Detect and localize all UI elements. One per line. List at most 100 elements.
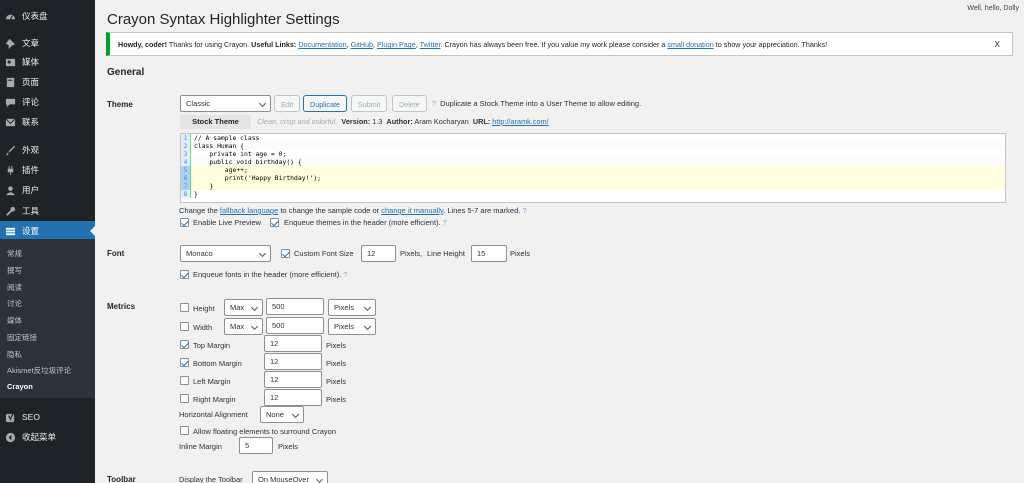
display-toolbar-select[interactable]: On MouseOver <box>252 471 328 483</box>
submenu-general[interactable]: 常规 <box>7 248 22 259</box>
fallback-language-link[interactable]: fallback language <box>220 206 278 215</box>
width-input[interactable]: 500 <box>266 317 324 334</box>
theme-url-link[interactable]: http://aramk.com/ <box>492 117 548 126</box>
code-line-marked: 7 } <box>181 182 1005 190</box>
help-icon[interactable]: ? <box>432 101 436 108</box>
collapse-icon <box>5 432 16 443</box>
comment-icon <box>5 97 16 108</box>
menu-label: 工具 <box>22 206 40 216</box>
height-mode-select[interactable]: Max <box>224 299 263 316</box>
theme-label: Theme <box>107 100 133 109</box>
settings-icon <box>5 226 16 237</box>
menu-media[interactable]: 媒体 <box>0 52 95 72</box>
width-mode-select[interactable]: Max <box>224 318 263 335</box>
bottom-margin-checkbox[interactable] <box>180 358 189 367</box>
height-unit-select[interactable]: Pixels <box>328 299 376 316</box>
change-manually-link[interactable]: change it manually <box>381 206 443 215</box>
enqueue-fonts-checkbox[interactable] <box>180 270 189 279</box>
menu-dashboard[interactable]: 仪表盘 <box>0 6 95 26</box>
custom-font-size-label: Custom Font Size <box>294 249 354 258</box>
menu-collapse[interactable]: 收起菜单 <box>0 427 95 447</box>
delete-theme-button[interactable]: Delete <box>392 95 427 112</box>
github-link[interactable]: GitHub <box>351 40 373 49</box>
width-unit-select[interactable]: Pixels <box>328 318 376 335</box>
settings-submenu: 常规 撰写 阅读 讨论 媒体 固定链接 隐私 Akismet反垃圾评论 Cray… <box>0 239 95 398</box>
welcome-notice: Howdy, coder! Thanks for using Crayon. U… <box>106 32 1013 56</box>
help-icon[interactable]: ? <box>443 220 447 227</box>
floating-label: Allow floating elements to surround Cray… <box>193 427 336 436</box>
menu-label: 仪表盘 <box>22 11 48 21</box>
live-preview-checkbox[interactable] <box>180 218 189 227</box>
left-margin-input[interactable]: 12 <box>264 371 322 388</box>
menu-appearance[interactable]: 外观 <box>0 140 95 160</box>
floating-checkbox[interactable] <box>180 426 189 435</box>
submenu-crayon[interactable]: Crayon <box>7 382 33 391</box>
height-checkbox[interactable] <box>180 303 189 312</box>
submenu-reading[interactable]: 阅读 <box>7 282 22 293</box>
display-toolbar-label: Display the Toolbar <box>179 475 243 483</box>
theme-select[interactable]: Classic <box>180 95 271 112</box>
submit-theme-button[interactable]: Submit <box>351 95 388 112</box>
top-margin-input[interactable]: 12 <box>264 335 322 352</box>
menu-comments[interactable]: 评论 <box>0 92 95 112</box>
enqueue-themes-checkbox[interactable] <box>270 218 279 227</box>
left-margin-checkbox[interactable] <box>180 376 189 385</box>
help-icon[interactable]: ? <box>343 272 347 279</box>
custom-font-size-checkbox[interactable] <box>281 249 290 258</box>
submenu-privacy[interactable]: 隐私 <box>7 349 22 360</box>
enqueue-themes-label: Enqueue themes in the header (more effic… <box>284 218 447 227</box>
notice-close-button[interactable]: X <box>995 40 1000 49</box>
twitter-link[interactable]: Twitter <box>420 40 441 49</box>
theme-description: Clean, crisp and colorful. <box>257 117 338 126</box>
font-label: Font <box>107 249 125 258</box>
submenu-media[interactable]: 媒体 <box>7 315 22 326</box>
edit-theme-button[interactable]: Edit <box>274 95 301 112</box>
code-line: 3 private int age = 0; <box>181 150 1005 158</box>
admin-sidebar: 仪表盘 文章 媒体 页面 评论 联系 外观 插件 用户 工具 设置 常规 撰写 … <box>0 0 95 483</box>
menu-contact[interactable]: 联系 <box>0 112 95 132</box>
pixels-label: Pixels <box>326 359 347 368</box>
donation-link[interactable]: small donation <box>667 40 713 49</box>
help-icon[interactable]: ? <box>522 208 526 215</box>
menu-settings[interactable]: 设置 <box>0 221 95 241</box>
submenu-writing[interactable]: 撰写 <box>7 265 22 276</box>
section-heading-general: General <box>107 67 145 78</box>
account-greeting[interactable]: Well, hello, Dolly <box>967 5 1019 12</box>
submenu-akismet[interactable]: Akismet反垃圾评论 <box>7 365 71 376</box>
code-line-marked: 5 age++; <box>181 166 1005 174</box>
font-select[interactable]: Monaco <box>180 245 271 262</box>
duplicate-theme-button[interactable]: Duplicate <box>303 95 347 112</box>
submenu-discussion[interactable]: 讨论 <box>7 298 22 309</box>
menu-users[interactable]: 用户 <box>0 180 95 200</box>
stock-theme-tab[interactable]: Stock Theme <box>180 115 251 129</box>
live-preview-label: Enable Live Preview <box>193 218 261 227</box>
right-margin-input[interactable]: 12 <box>264 389 322 406</box>
width-label: Width <box>193 323 213 332</box>
brush-icon <box>5 145 16 156</box>
submenu-permalinks[interactable]: 固定链接 <box>7 332 37 343</box>
mail-icon <box>5 117 16 128</box>
horizontal-alignment-select[interactable]: None <box>260 406 304 423</box>
menu-tools[interactable]: 工具 <box>0 201 95 221</box>
pin-icon <box>5 38 16 49</box>
user-icon <box>5 185 16 196</box>
menu-posts[interactable]: 文章 <box>0 33 95 53</box>
menu-label: 评论 <box>22 97 40 107</box>
height-input[interactable]: 500 <box>266 298 324 315</box>
line-height-input[interactable]: 15 <box>471 245 507 262</box>
menu-label: 外观 <box>22 145 40 155</box>
notice-links-label: Useful Links: <box>251 40 297 49</box>
dashboard-icon <box>5 11 16 22</box>
top-margin-checkbox[interactable] <box>180 340 189 349</box>
menu-pages[interactable]: 页面 <box>0 72 95 92</box>
notice-greeting: Howdy, coder! <box>118 40 167 49</box>
width-checkbox[interactable] <box>180 322 189 331</box>
right-margin-checkbox[interactable] <box>180 394 189 403</box>
inline-margin-input[interactable]: 5 <box>239 437 273 454</box>
plugin-page-link[interactable]: Plugin Page <box>377 40 416 49</box>
font-size-input[interactable]: 12 <box>361 245 396 262</box>
documentation-link[interactable]: Documentation <box>298 40 346 49</box>
bottom-margin-input[interactable]: 12 <box>264 353 322 370</box>
menu-seo[interactable]: SEO <box>0 407 95 427</box>
menu-plugins[interactable]: 插件 <box>0 160 95 180</box>
